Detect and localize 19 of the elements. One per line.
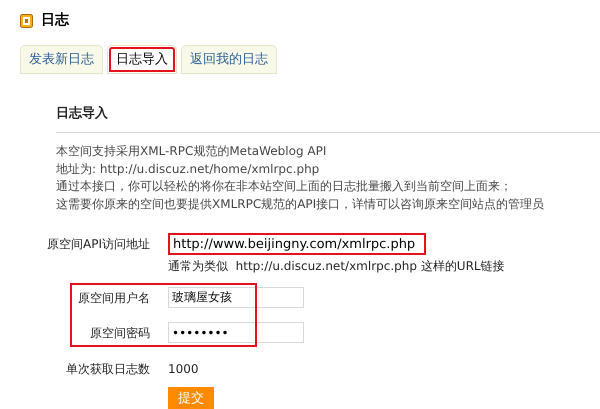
url-field[interactable]: http://www.beijingny.com/xmlrpc.php bbox=[168, 233, 426, 255]
page-title: 日志 bbox=[41, 10, 69, 30]
description-text: 这需要你原来的空间也要提供XMLRPC规范的API接口，详情可以咨询原来空间站点的管理员 bbox=[56, 196, 546, 212]
field-label: 原空间用户名 bbox=[77, 290, 151, 306]
field-label: 原空间API访问地址 bbox=[46, 236, 151, 253]
description-text: 本空间支持采用XML-RPC规范的MetaWeblog API bbox=[56, 143, 328, 160]
description-text: 地址为: http://u.discuz.net/home/xmlrpc.php bbox=[56, 160, 320, 178]
section-title: 日志导入 bbox=[56, 104, 109, 123]
password-field[interactable]: •••••••• bbox=[168, 322, 304, 343]
notebook-icon bbox=[20, 12, 33, 28]
tab[interactable]: 发表新日志 bbox=[20, 45, 103, 74]
username-field[interactable]: 玻璃屋女孩 bbox=[168, 287, 304, 308]
count-value: 1000 bbox=[168, 361, 199, 378]
hint-text: 通常为类似 http://u.discuz.net/xmlrpc.php 这样的URL链接 bbox=[168, 258, 505, 275]
tab[interactable]: 返回我的日志 bbox=[181, 45, 277, 74]
description-text: 通过本接口，你可以轻松的将你在非本站空间上面的日志批量搬入到当前空间上面来； bbox=[56, 178, 513, 195]
tab[interactable]: 日志导入 bbox=[107, 45, 177, 74]
field-label: 单次获取日志数 bbox=[65, 361, 151, 378]
field-label: 原空间密码 bbox=[89, 324, 151, 342]
